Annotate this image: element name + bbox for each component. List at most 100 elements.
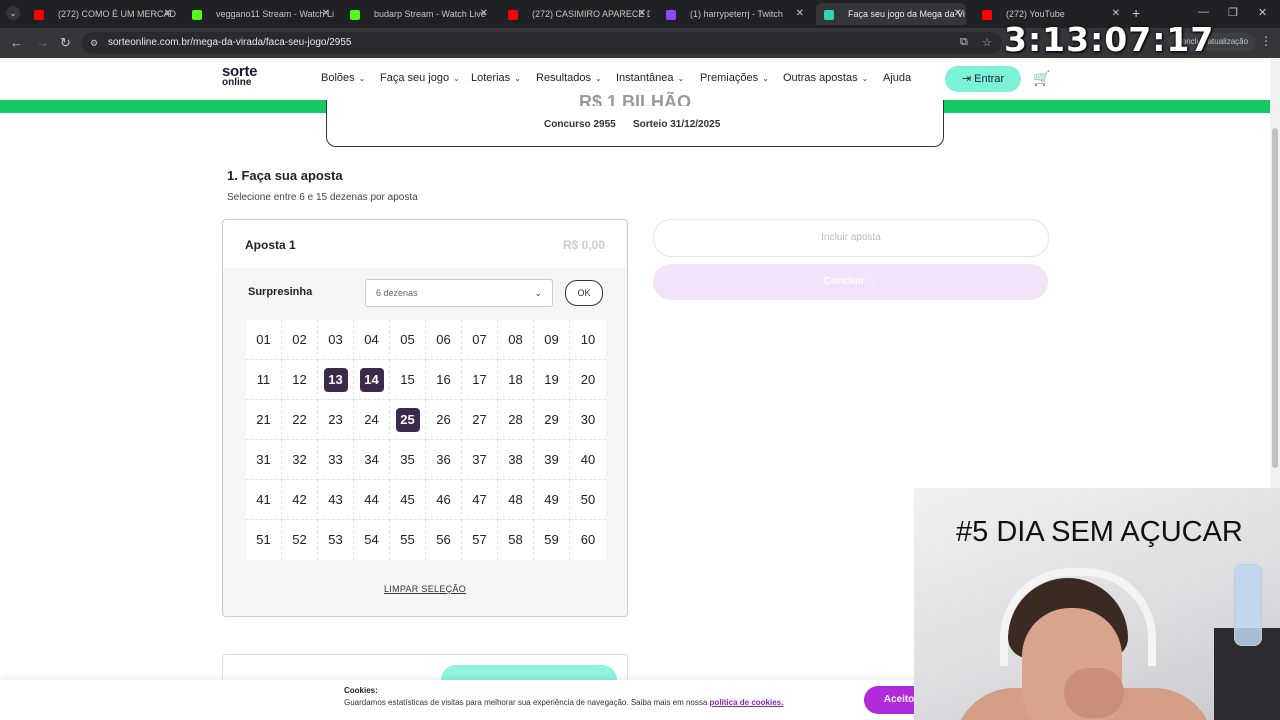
minimize-icon[interactable]: —: [1198, 6, 1209, 18]
close-tab-icon[interactable]: ✕: [796, 3, 804, 25]
browser-tab[interactable]: (272) COMO É UM MERCADO ✕: [26, 3, 176, 25]
surpresinha-ok-button[interactable]: OK: [565, 280, 603, 306]
number-cell[interactable]: 39: [534, 440, 570, 480]
number-cell[interactable]: 13: [318, 360, 354, 400]
number-cell[interactable]: 17: [462, 360, 498, 400]
tab-search-icon[interactable]: ⌄: [6, 6, 20, 20]
number-cell[interactable]: 35: [390, 440, 426, 480]
number-cell[interactable]: 50: [570, 480, 606, 520]
close-tab-icon[interactable]: ✕: [164, 3, 172, 25]
number-cell[interactable]: 49: [534, 480, 570, 520]
number-cell[interactable]: 58: [498, 520, 534, 560]
number-cell[interactable]: 09: [534, 320, 570, 360]
number-cell[interactable]: 12: [282, 360, 318, 400]
include-bet-button[interactable]: Incluir aposta: [653, 219, 1049, 257]
browser-tab[interactable]: budarp Stream - Watch Live ✕: [342, 3, 492, 25]
number-cell[interactable]: 55: [390, 520, 426, 560]
site-logo[interactable]: sorte online: [222, 64, 257, 88]
number-cell[interactable]: 28: [498, 400, 534, 440]
browser-tab[interactable]: (272) CASIMIRO APARECE DE ✕: [500, 3, 650, 25]
number-cell[interactable]: 24: [354, 400, 390, 440]
scrollbar-thumb[interactable]: [1272, 128, 1278, 468]
cookie-policy-link[interactable]: política de cookies.: [710, 698, 784, 707]
number-cell[interactable]: 01: [246, 320, 282, 360]
number-cell[interactable]: 07: [462, 320, 498, 360]
number-cell[interactable]: 42: [282, 480, 318, 520]
number-cell[interactable]: 04: [354, 320, 390, 360]
number-cell[interactable]: 22: [282, 400, 318, 440]
browser-tab[interactable]: (1) harrypeterrj - Twitch ✕: [658, 3, 808, 25]
number-cell[interactable]: 52: [282, 520, 318, 560]
conclude-button[interactable]: Concluir →: [653, 264, 1048, 300]
cart-icon[interactable]: 🛒: [1033, 70, 1050, 87]
number-cell[interactable]: 16: [426, 360, 462, 400]
number-cell[interactable]: 03: [318, 320, 354, 360]
number-cell[interactable]: 30: [570, 400, 606, 440]
number-cell[interactable]: 38: [498, 440, 534, 480]
nav-menu-item[interactable]: Ajuda: [883, 72, 911, 84]
new-tab-icon[interactable]: +: [1132, 5, 1140, 21]
number-cell[interactable]: 36: [426, 440, 462, 480]
number-cell[interactable]: 47: [462, 480, 498, 520]
number-cell[interactable]: 05: [390, 320, 426, 360]
bookmark-star-icon[interactable]: ☆: [982, 36, 992, 49]
nav-menu-item[interactable]: Bolões ⌄: [321, 72, 365, 84]
number-cell[interactable]: 18: [498, 360, 534, 400]
nav-menu-item[interactable]: Premiações ⌄: [700, 72, 769, 84]
nav-menu-item[interactable]: Outras apostas ⌄: [783, 72, 868, 84]
forward-icon[interactable]: →: [36, 35, 49, 50]
back-icon[interactable]: ←: [10, 35, 23, 50]
number-cell[interactable]: 51: [246, 520, 282, 560]
omnibox[interactable]: ⚙ sorteonline.com.br/mega-da-virada/faca…: [82, 32, 1002, 54]
nav-menu-item[interactable]: Loterias ⌄: [471, 72, 521, 84]
number-cell[interactable]: 46: [426, 480, 462, 520]
number-cell[interactable]: 26: [426, 400, 462, 440]
install-icon[interactable]: ⧉: [960, 36, 968, 49]
number-cell[interactable]: 32: [282, 440, 318, 480]
number-cell[interactable]: 31: [246, 440, 282, 480]
number-cell[interactable]: 45: [390, 480, 426, 520]
restore-icon[interactable]: ❐: [1228, 6, 1238, 19]
number-cell[interactable]: 02: [282, 320, 318, 360]
number-cell[interactable]: 23: [318, 400, 354, 440]
number-cell[interactable]: 21: [246, 400, 282, 440]
reload-icon[interactable]: ↻: [60, 35, 71, 51]
url-text[interactable]: sorteonline.com.br/mega-da-virada/faca-s…: [108, 32, 351, 54]
browser-tab[interactable]: Faça seu jogo da Mega da Vi ✕: [816, 3, 966, 25]
number-cell[interactable]: 33: [318, 440, 354, 480]
number-cell[interactable]: 37: [462, 440, 498, 480]
number-cell[interactable]: 29: [534, 400, 570, 440]
site-info-icon[interactable]: ⚙: [90, 38, 100, 48]
number-cell[interactable]: 56: [426, 520, 462, 560]
close-tab-icon[interactable]: ✕: [322, 3, 330, 25]
number-cell[interactable]: 11: [246, 360, 282, 400]
number-cell[interactable]: 40: [570, 440, 606, 480]
number-cell[interactable]: 10: [570, 320, 606, 360]
number-cell[interactable]: 08: [498, 320, 534, 360]
number-cell[interactable]: 25: [390, 400, 426, 440]
number-cell[interactable]: 15: [390, 360, 426, 400]
number-cell[interactable]: 48: [498, 480, 534, 520]
number-cell[interactable]: 57: [462, 520, 498, 560]
number-cell[interactable]: 41: [246, 480, 282, 520]
number-cell[interactable]: 44: [354, 480, 390, 520]
browser-menu-icon[interactable]: ⋮: [1260, 34, 1272, 48]
close-tab-icon[interactable]: ✕: [480, 3, 488, 25]
number-cell[interactable]: 59: [534, 520, 570, 560]
number-cell[interactable]: 53: [318, 520, 354, 560]
nav-menu-item[interactable]: Resultados ⌄: [536, 72, 602, 84]
login-button[interactable]: ⇥ Entrar: [945, 66, 1021, 92]
number-cell[interactable]: 27: [462, 400, 498, 440]
close-tab-icon[interactable]: ✕: [954, 3, 962, 25]
number-cell[interactable]: 54: [354, 520, 390, 560]
nav-menu-item[interactable]: Instantânea ⌄: [616, 72, 684, 84]
clear-selection-link[interactable]: LIMPAR SELEÇÃO: [223, 584, 627, 594]
number-cell[interactable]: 34: [354, 440, 390, 480]
dezenas-select[interactable]: 6 dezenas ⌄: [365, 279, 553, 307]
number-cell[interactable]: 60: [570, 520, 606, 560]
number-cell[interactable]: 19: [534, 360, 570, 400]
number-cell[interactable]: 20: [570, 360, 606, 400]
number-cell[interactable]: 06: [426, 320, 462, 360]
close-window-icon[interactable]: ✕: [1258, 6, 1267, 19]
close-tab-icon[interactable]: ✕: [638, 3, 646, 25]
